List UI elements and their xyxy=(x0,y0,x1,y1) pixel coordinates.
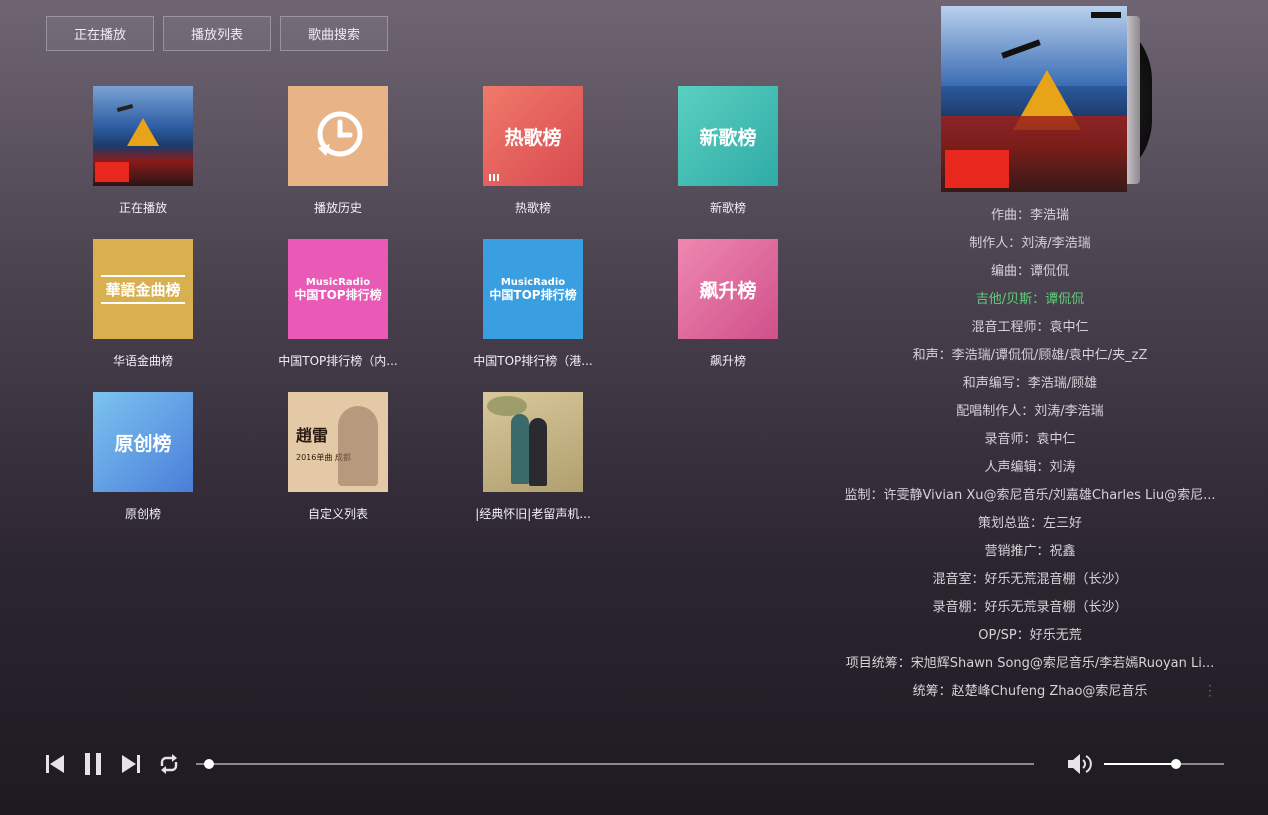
credit-line: 统筹：赵楚峰Chufeng Zhao@索尼音乐 xyxy=(912,684,1148,699)
cover-sub: MusicRadio xyxy=(305,277,371,288)
playlist-tile-custom[interactable]: 趙雷 2016单曲 成都 自定义列表 xyxy=(258,392,418,522)
tile-label: 中国TOP排行榜（内... xyxy=(278,354,398,368)
skip-back-icon[interactable] xyxy=(43,750,67,778)
credit-line: 配唱制作人：刘涛/李浩瑞 xyxy=(956,404,1104,419)
credit-line: 人声编辑：刘涛 xyxy=(984,460,1076,475)
volume-slider[interactable] xyxy=(1104,759,1224,769)
cover: 華語金曲榜 xyxy=(93,239,193,339)
credit-line: 混音室：好乐无荒混音棚（长沙） xyxy=(932,572,1128,587)
credit-line: 策划总监：左三好 xyxy=(977,516,1082,531)
tile-label: 播放历史 xyxy=(313,201,362,215)
album-cover-art xyxy=(93,86,193,186)
playlist-tile-new[interactable]: 新歌榜 新歌榜 xyxy=(648,86,808,216)
tile-label: 正在播放 xyxy=(118,201,167,215)
playlist-tile-original[interactable]: 原创榜 原创榜 xyxy=(63,392,223,522)
credit-line-current: 吉他/贝斯：谭侃侃 xyxy=(975,292,1085,307)
volume-icon[interactable] xyxy=(1066,752,1094,776)
credit-line: 编曲：谭侃侃 xyxy=(990,264,1069,279)
playlist-tile-history[interactable]: 播放历史 xyxy=(258,86,418,216)
credit-line: 录音师：袁中仁 xyxy=(984,432,1076,447)
tile-label: 原创榜 xyxy=(124,507,161,521)
tile-label: 自定义列表 xyxy=(307,507,368,521)
credit-line: 监制：许雯静Vivian Xu@索尼音乐/刘嘉雄Charles Liu@索尼..… xyxy=(844,488,1216,503)
cover: 热歌榜 xyxy=(483,86,583,186)
credit-line: 项目统筹：宋旭辉Shawn Song@索尼音乐/李若嫣Ruoyan Li... xyxy=(845,656,1215,671)
tile-label: |经典怀旧|老留声机... xyxy=(475,507,591,521)
credit-line: 作曲：李浩瑞 xyxy=(990,208,1069,223)
cover-text: 热歌榜 xyxy=(504,126,562,149)
skip-forward-icon[interactable] xyxy=(119,750,143,778)
credit-line: 录音棚：好乐无荒录音棚（长沙） xyxy=(932,600,1128,615)
cover-text: 飙升榜 xyxy=(699,279,757,302)
volume-knob[interactable] xyxy=(1171,759,1181,769)
cover: MusicRadio 中国TOP排行榜 xyxy=(483,239,583,339)
progress-slider[interactable] xyxy=(196,759,1034,769)
cover-text: 新歌榜 xyxy=(699,126,757,149)
tile-label: 热歌榜 xyxy=(514,201,551,215)
cover: 趙雷 2016单曲 成都 xyxy=(288,392,388,492)
playlist-tile-chinese-gold[interactable]: 華語金曲榜 华语金曲榜 xyxy=(63,239,223,369)
tab-song-search[interactable]: 歌曲搜索 xyxy=(280,16,388,51)
cover: MusicRadio 中国TOP排行榜 xyxy=(288,239,388,339)
playlist-tile-now-playing[interactable]: 正在播放 xyxy=(63,86,223,216)
top-tabs: 正在播放 播放列表 歌曲搜索 xyxy=(46,16,388,51)
tab-now-playing[interactable]: 正在播放 xyxy=(46,16,154,51)
album-art xyxy=(941,6,1127,192)
credit-line: 制作人：刘涛/李浩瑞 xyxy=(969,236,1091,251)
tile-label: 飙升榜 xyxy=(709,354,746,368)
progress-knob[interactable] xyxy=(204,759,215,769)
credit-line: 和声编写：李浩瑞/顾雄 xyxy=(962,376,1098,391)
cover: 原创榜 xyxy=(93,392,193,492)
player-controls xyxy=(43,750,181,778)
playlist-tile-rising[interactable]: 飙升榜 飙升榜 xyxy=(648,239,808,369)
credit-line: 混音工程师：袁中仁 xyxy=(971,320,1089,335)
playing-bars-icon xyxy=(489,174,499,181)
tile-label: 中国TOP排行榜（港... xyxy=(473,354,593,368)
playlist-tile-classic-nostalgia[interactable]: |经典怀旧|老留声机... xyxy=(453,392,613,522)
credit-line: OP/SP：好乐无荒 xyxy=(978,628,1082,643)
credit-line: 和声：李浩瑞/谭侃侃/顾雄/袁中仁/夹_zZ xyxy=(912,348,1148,363)
tile-label: 新歌榜 xyxy=(709,201,746,215)
cover-sub: MusicRadio xyxy=(500,277,566,288)
pause-icon[interactable] xyxy=(81,750,105,778)
cover: 新歌榜 xyxy=(678,86,778,186)
playlist-tile-china-top-hk[interactable]: MusicRadio 中国TOP排行榜 中国TOP排行榜（港... xyxy=(453,239,613,369)
volume-fill xyxy=(1104,763,1176,765)
credit-line: 营销推广：祝鑫 xyxy=(984,544,1076,559)
history-icon xyxy=(288,86,388,186)
lyrics-scrollbar[interactable]: · · · xyxy=(1208,680,1212,702)
cover-text: 中国TOP排行榜 xyxy=(294,288,382,302)
cover-text: 中国TOP排行榜 xyxy=(489,288,577,302)
repeat-icon[interactable] xyxy=(157,750,181,778)
playlist-tile-china-top-mainland[interactable]: MusicRadio 中国TOP排行榜 中国TOP排行榜（内... xyxy=(258,239,418,369)
song-credits: 作曲：李浩瑞 制作人：刘涛/李浩瑞 编曲：谭侃侃 吉他/贝斯：谭侃侃 混音工程师… xyxy=(830,202,1230,706)
tab-playlist[interactable]: 播放列表 xyxy=(163,16,271,51)
tile-label: 华语金曲榜 xyxy=(112,354,173,368)
painting-icon xyxy=(483,392,583,492)
disc-handle xyxy=(1126,16,1140,184)
cover: 飙升榜 xyxy=(678,239,778,339)
cover-text: 趙雷 xyxy=(296,425,329,445)
cover-text: 原创榜 xyxy=(114,432,172,455)
playlist-tile-hot[interactable]: 热歌榜 热歌榜 xyxy=(453,86,613,216)
cover-text: 華語金曲榜 xyxy=(101,274,185,304)
